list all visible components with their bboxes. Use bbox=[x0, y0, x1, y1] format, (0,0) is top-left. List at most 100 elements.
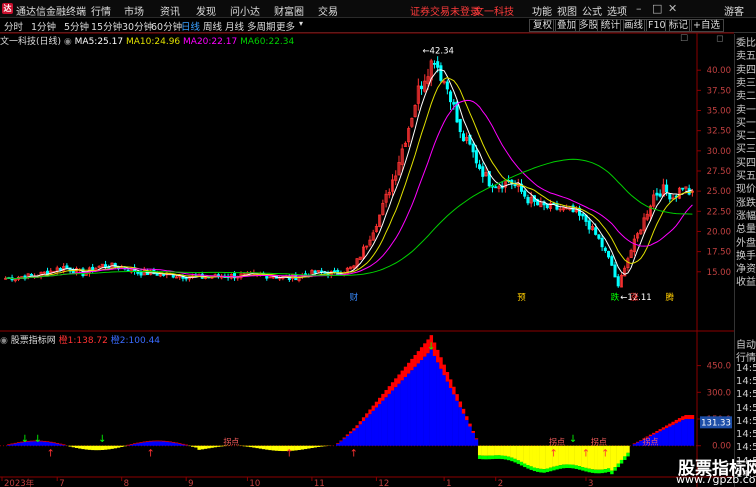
ind-bar bbox=[461, 413, 466, 446]
ind-cap-red bbox=[126, 444, 130, 446]
ind-cap-red bbox=[349, 431, 353, 434]
ind-cap-green bbox=[506, 456, 511, 461]
tick-time-7: 14:5 bbox=[736, 429, 756, 441]
ind-bar bbox=[274, 445, 279, 451]
ind-cap-red bbox=[455, 394, 459, 401]
xaxis-label-1: 7 bbox=[59, 479, 64, 487]
ind-cap-red bbox=[681, 416, 685, 421]
ind-bar bbox=[255, 445, 259, 449]
ind-bar bbox=[500, 445, 504, 456]
signal-arrow-9: ↑ bbox=[582, 448, 590, 459]
candle-down bbox=[655, 192, 659, 196]
ind-bar bbox=[361, 420, 366, 446]
ind-cap-green bbox=[571, 464, 575, 469]
ind-cap-red bbox=[139, 442, 143, 443]
ind-bar bbox=[484, 445, 488, 456]
ind-bar bbox=[568, 445, 572, 465]
candle-down bbox=[613, 264, 617, 278]
ind-cap-green bbox=[587, 468, 592, 473]
candle-down bbox=[616, 276, 620, 287]
ind-cap-green bbox=[513, 458, 517, 463]
ind-cap-red bbox=[168, 441, 172, 443]
chart-canvas[interactable]: 40.0037.5035.0032.5030.0027.5025.0022.50… bbox=[0, 0, 756, 487]
ind-cap-red bbox=[52, 442, 56, 444]
ind-bar bbox=[45, 442, 50, 446]
candle-down bbox=[603, 247, 607, 252]
candle-down bbox=[65, 265, 69, 269]
ind-bar bbox=[10, 444, 14, 446]
ind-bar bbox=[339, 441, 343, 446]
ind-bar bbox=[252, 445, 256, 448]
ind-cap-green bbox=[616, 463, 621, 468]
ind-cap-green bbox=[584, 467, 588, 472]
ind-bar bbox=[616, 445, 621, 464]
candle-down bbox=[587, 220, 591, 230]
candle-down bbox=[658, 193, 662, 197]
ind-bar bbox=[178, 443, 182, 446]
quote-panel: 委比 卖五 卖四 卖三 卖二 卖一 买一 买二 买三 买四 买五 现价 涨跌 涨幅 总量 外盘 换手 净资 收益 自… bbox=[734, 34, 756, 487]
ind-bar bbox=[352, 430, 356, 446]
ind-bar bbox=[403, 376, 408, 446]
ind-cap-red bbox=[413, 355, 417, 367]
candle-down bbox=[162, 274, 166, 276]
candle-down bbox=[420, 85, 424, 90]
ind-cap-red bbox=[635, 441, 640, 443]
ind-bar bbox=[307, 445, 311, 449]
ind-cap-green bbox=[500, 455, 504, 460]
ind-bar bbox=[681, 420, 685, 446]
price-tick-label: 22.50 bbox=[707, 207, 731, 217]
xaxis-label-3: 9 bbox=[188, 479, 193, 487]
ind-bar bbox=[532, 445, 537, 468]
ind-cap-green bbox=[590, 469, 595, 473]
ind-bar bbox=[413, 366, 417, 446]
candle-down bbox=[600, 237, 604, 248]
tick-time-4: 14:5 bbox=[736, 389, 756, 401]
ind-cap-green bbox=[581, 467, 585, 471]
watermark-url: www.7gpzb.com bbox=[676, 473, 756, 486]
ind-bar bbox=[458, 407, 463, 446]
event-marker-2: 跌 bbox=[611, 292, 620, 303]
ind-cap-green bbox=[597, 469, 601, 474]
ind-bar bbox=[445, 381, 450, 446]
ind-bar bbox=[110, 445, 114, 449]
candle-down bbox=[332, 270, 337, 273]
ind-bar bbox=[319, 445, 324, 447]
ind-cap-green bbox=[532, 467, 537, 472]
candle-down bbox=[184, 277, 188, 280]
sig-label-1: 拐点 bbox=[549, 436, 565, 446]
ind-bar bbox=[423, 356, 427, 446]
ind-cap-green bbox=[574, 465, 579, 469]
ind-bar bbox=[503, 445, 508, 456]
ind-bar bbox=[397, 383, 401, 446]
ind-cap-green bbox=[610, 470, 614, 475]
ind-cap-red bbox=[461, 408, 466, 414]
ind-bar bbox=[294, 445, 298, 451]
ind-cap-green bbox=[568, 464, 572, 469]
ind-bar bbox=[197, 445, 201, 450]
candle-down bbox=[104, 264, 108, 268]
candle-down bbox=[526, 197, 530, 204]
xaxis-label-2: 8 bbox=[124, 479, 129, 487]
ind-cap-green bbox=[542, 469, 546, 473]
tick-time-3: 14:5 bbox=[736, 375, 756, 387]
ind-bar bbox=[245, 445, 250, 447]
signal-arrow-4: ↑ bbox=[147, 448, 155, 459]
ind-bar bbox=[78, 445, 82, 449]
ind-cap-red bbox=[371, 405, 375, 411]
ind-cap-red bbox=[677, 418, 682, 422]
ind-cap-red bbox=[361, 417, 366, 421]
price-tick-label: 20.00 bbox=[707, 227, 731, 237]
ind-bar bbox=[371, 410, 375, 446]
candle-down bbox=[494, 186, 498, 189]
candle-down bbox=[523, 190, 527, 197]
ind-cap-green bbox=[558, 465, 563, 469]
ind-bar bbox=[123, 445, 127, 447]
ind-bar bbox=[477, 445, 482, 456]
ind-cap-red bbox=[684, 415, 688, 420]
ind-cap-green bbox=[552, 466, 556, 471]
ind-cap-red bbox=[632, 443, 637, 445]
ind-cap-red bbox=[62, 444, 66, 446]
event-marker-1: 预 bbox=[517, 292, 526, 303]
ind-bar bbox=[168, 442, 172, 446]
signal-arrow-6: ↑ bbox=[350, 448, 358, 459]
